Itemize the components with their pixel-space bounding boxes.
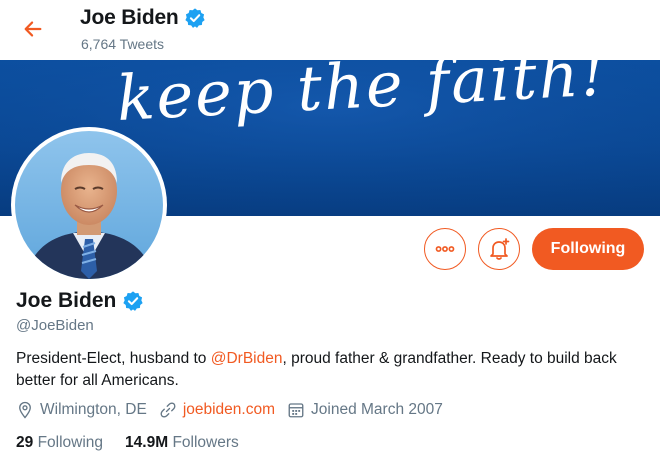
joined-item: Joined March 2007 — [287, 401, 443, 419]
followers-count-link[interactable]: 14.9M Followers — [125, 434, 239, 452]
followers-label: Followers — [172, 434, 239, 451]
link-icon — [160, 402, 176, 418]
following-count-link[interactable]: 29 Following — [16, 434, 103, 452]
location-text: Wilmington, DE — [40, 401, 147, 418]
profile-name-row: Joe Biden — [16, 289, 144, 313]
website-item: joebiden.com — [159, 401, 275, 419]
avatar — [15, 131, 163, 279]
verified-badge-icon — [123, 291, 143, 311]
avatar-image — [15, 131, 163, 279]
bio-text-start: President-Elect, husband to — [16, 350, 211, 367]
profile-handle: @JoeBiden — [16, 317, 94, 334]
notifications-button[interactable] — [478, 228, 520, 270]
back-arrow-icon — [24, 21, 42, 37]
header-title: Joe Biden — [80, 6, 206, 30]
following-button[interactable]: Following — [532, 228, 644, 270]
followers-count: 14.9M — [125, 434, 169, 451]
following-count: 29 — [16, 434, 34, 451]
top-bar: Joe Biden 6,764 Tweets — [0, 0, 660, 60]
location-item: Wilmington, DE — [16, 401, 147, 419]
following-label: Following — [37, 434, 104, 451]
bio-mention-link[interactable]: @DrBiden — [211, 350, 283, 367]
calendar-icon — [288, 403, 304, 418]
profile-name: Joe Biden — [16, 289, 117, 312]
more-options-icon — [435, 246, 455, 252]
profile-meta: Wilmington, DE joebiden.com Joined March… — [16, 401, 455, 419]
verified-badge-icon — [184, 8, 205, 28]
notification-bell-icon — [490, 238, 510, 260]
joined-text: Joined March 2007 — [311, 401, 443, 418]
more-options-button[interactable] — [424, 228, 466, 270]
website-link[interactable]: joebiden.com — [183, 401, 275, 419]
location-pin-icon — [19, 401, 31, 419]
avatar-frame[interactable] — [11, 127, 167, 283]
profile-bio: President-Elect, husband to @DrBiden, pr… — [16, 348, 646, 392]
back-button[interactable] — [18, 14, 48, 44]
header-name: Joe Biden — [80, 6, 179, 29]
tweet-count: 6,764 Tweets — [81, 36, 165, 52]
follow-counts: 29 Following 14.9M Followers — [16, 434, 261, 452]
